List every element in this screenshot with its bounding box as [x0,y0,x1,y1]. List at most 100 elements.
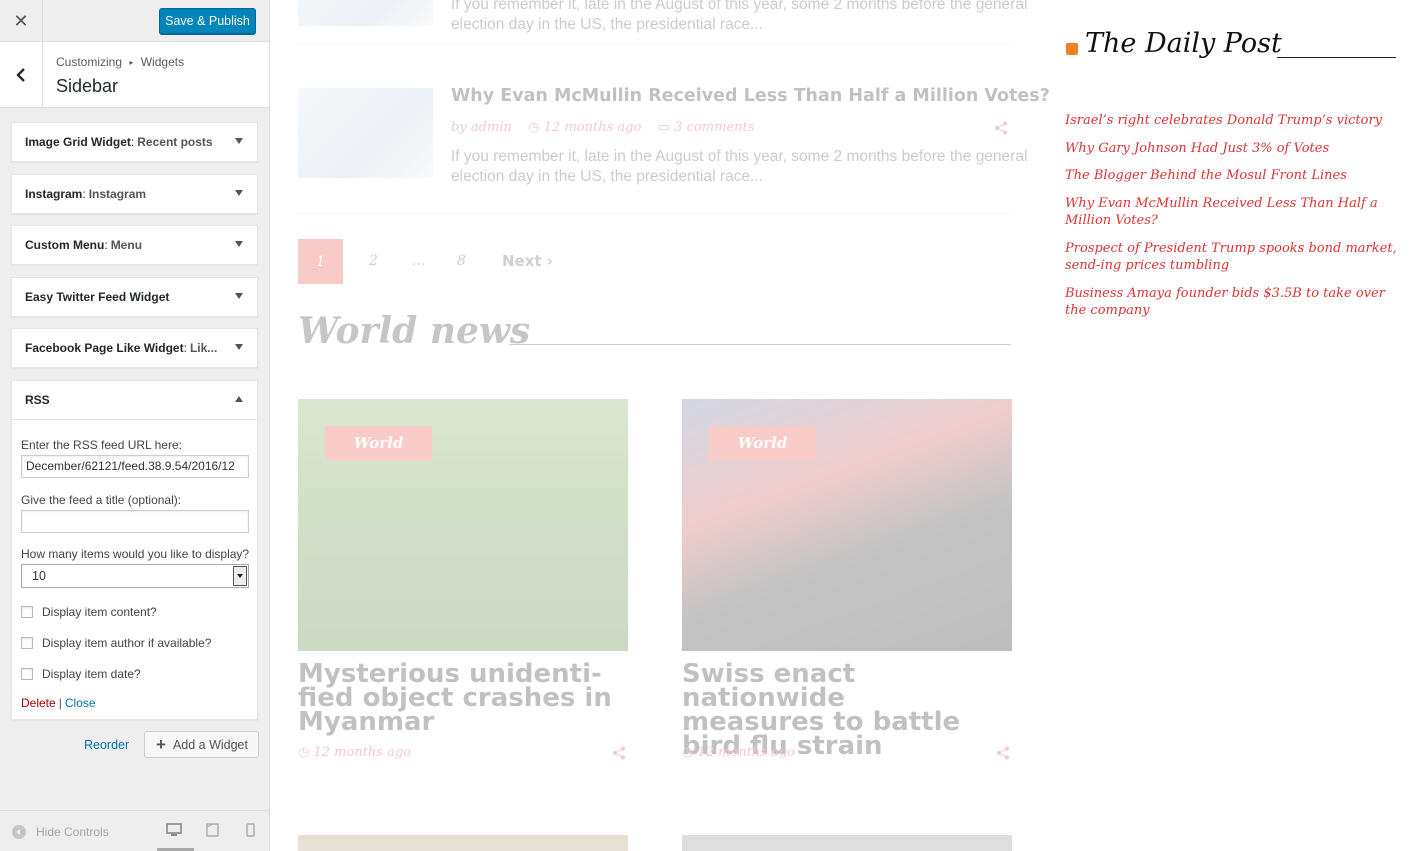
display-date-checkbox[interactable] [21,668,33,680]
close-icon: ✕ [13,10,29,31]
reorder-link[interactable]: Reorder [84,738,129,752]
display-date-label: Display item date? [42,667,141,681]
pagination-ellipsis: ... [412,253,426,269]
display-content-checkbox[interactable] [21,606,33,618]
widget-custom-menu[interactable]: Custom Menu: Menu [11,225,258,265]
desktop-preview-icon[interactable] [166,823,182,837]
expand-arrow-icon[interactable] [235,344,243,350]
rss-widget-header[interactable]: RSS [12,381,257,419]
delete-widget-link[interactable]: Delete [21,696,56,710]
post-excerpt: If you remember it, late in the August o… [451,0,1027,35]
rss-url-label: Enter the RSS feed URL here: [21,438,182,452]
article-title[interactable]: Mysterious unidenti- fied object crashes… [298,661,628,735]
article-time: 12 months ago [697,745,795,760]
rss-title-label: Give the feed a title (optional): [21,493,182,507]
rss-feed-item[interactable]: The Blogger Behind the Mosul Front Lines [1065,167,1399,185]
by-label: by [451,120,467,135]
expand-arrow-icon[interactable] [235,293,243,299]
plus-icon: + [156,734,166,754]
widget-name: Facebook Page Like Widget [25,341,184,355]
mobile-preview-icon[interactable] [246,823,255,837]
heading-rule [509,344,1011,345]
article-time: 12 months ago [313,745,411,760]
article-title[interactable]: Swiss enact nationwide measures to battl… [682,659,1012,759]
rss-feed-item[interactable]: Prospect of President Trump spooks bond … [1065,240,1399,275]
post-comments[interactable]: 3 comments [674,120,754,135]
post-thumbnail[interactable] [298,88,433,178]
pagination-next[interactable]: Next › [502,252,553,270]
breadcrumb-root: Customizing [56,55,123,69]
widget-name: Image Grid Widget [25,135,131,149]
post-author[interactable]: admin [471,120,512,135]
save-publish-button[interactable]: Save & Publish [159,8,256,34]
widget-subtitle: Menu [110,238,143,252]
back-button[interactable] [0,42,43,107]
post-thumbnail[interactable] [298,0,433,26]
rss-icon [1066,43,1078,55]
rss-items-select[interactable]: 10 [21,564,249,588]
rss-url-value: 38.9.54/2016/12.December/62121/feed [26,459,235,473]
close-customizer-button[interactable]: ✕ [0,0,43,42]
rss-feed-item[interactable]: Israel’s right celebrates Donald Trump’s… [1065,112,1399,130]
share-icon[interactable] [996,746,1010,760]
widget-easy-twitter[interactable]: Easy Twitter Feed Widget [11,277,258,317]
widget-image-grid[interactable]: Image Grid Widget: Recent posts [11,122,258,162]
rss-url-input[interactable]: 38.9.54/2016/12.December/62121/feed [21,455,249,478]
dropdown-arrow-icon[interactable] [233,566,247,586]
pagination-page-current[interactable]: 1 [298,239,343,284]
widget-rss: RSS Enter the RSS feed URL here: 38.9.54… [11,380,258,720]
pagination-page[interactable]: 2 [369,253,378,269]
rss-feed-item[interactable]: Why Gary Johnson Had Just 3% of Votes [1065,140,1399,158]
comment-icon: ▭ [657,120,671,135]
pagination-page[interactable]: 8 [457,253,466,269]
category-tag[interactable]: World [325,426,432,460]
title-line: Swiss enact nationwide [682,659,856,713]
display-date-option: Display item date? [21,667,141,681]
customizer-panel: ✕ Save & Publish Customizing ▸ Widgets S… [0,0,270,851]
post-title[interactable]: Why Evan McMullin Received Less Than Hal… [451,86,1050,106]
display-author-option: Display item author if available? [21,636,211,650]
article-image[interactable] [298,835,628,851]
tablet-preview-icon[interactable] [206,823,219,837]
rss-feed-item[interactable]: Why Evan McMullin Received Less Than Hal… [1065,195,1399,230]
excerpt-line: election day in the US, the presidential… [451,168,763,185]
widget-subtitle: Lik... [189,341,218,355]
close-widget-link[interactable]: Close [65,696,96,710]
excerpt-line: If you remember it, late in the August o… [451,148,1028,165]
display-content-option: Display item content? [21,605,157,619]
section-header: Customizing ▸ Widgets Sidebar [0,42,269,108]
widget-name: Instagram [25,187,83,201]
expand-arrow-icon[interactable] [235,138,243,144]
rss-widget-title[interactable]: The Daily Post [1085,28,1282,59]
hide-controls-button[interactable]: Hide Controls [12,825,109,839]
display-content-label: Display item content? [42,605,157,619]
article-image[interactable] [682,835,1012,851]
post-divider [298,44,1011,45]
site-preview: If you remember it, late in the August o… [270,0,1419,851]
clock-icon: ◷ [682,745,694,760]
breadcrumb: Customizing ▸ Widgets [56,55,184,69]
widget-name: RSS [25,393,50,407]
expand-arrow-icon[interactable] [235,190,243,196]
display-author-label: Display item author if available? [42,636,212,650]
share-icon[interactable] [612,746,626,760]
rss-title-input[interactable] [21,510,249,533]
category-tag[interactable]: World [709,426,816,460]
collapse-arrow-icon[interactable] [235,396,243,402]
share-icon[interactable] [994,121,1008,135]
add-widget-button[interactable]: + Add a Widget [144,731,259,758]
expand-arrow-icon[interactable] [235,241,243,247]
rss-feed-item[interactable]: Business Amaya founder bids $3.5B to tak… [1065,285,1399,320]
widget-facebook-page[interactable]: Facebook Page Like Widget: Lik... [11,328,258,368]
display-author-checkbox[interactable] [21,637,33,649]
widget-subtitle: Instagram [88,187,147,201]
hide-controls-label: Hide Controls [36,825,109,839]
widget-name: Custom Menu [25,238,105,252]
customizer-header: ✕ Save & Publish [0,0,269,42]
title-rule [1277,57,1396,58]
clock-icon: ◷ [298,745,310,760]
widget-instagram[interactable]: Instagram: Instagram [11,174,258,214]
clock-icon: ◷ [528,120,540,135]
rss-items-value: 10 [32,569,46,583]
excerpt-line: If you remember it, late in the August o… [451,0,1028,13]
